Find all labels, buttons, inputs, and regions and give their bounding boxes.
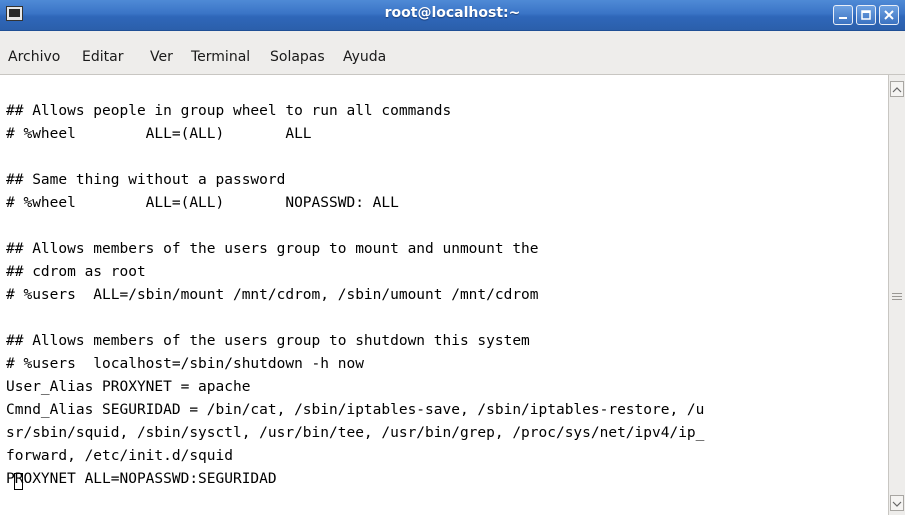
title-bar[interactable]: root@localhost:~	[0, 0, 905, 31]
menu-archivo[interactable]: Archivo	[8, 49, 60, 65]
terminal-line: ## Allows members of the users group to …	[6, 333, 530, 349]
terminal-line: ## cdrom as root	[6, 264, 146, 280]
terminal-line: ## Allows members of the users group to …	[6, 241, 539, 257]
menu-ayuda[interactable]: Ayuda	[343, 49, 386, 65]
menu-solapas[interactable]: Solapas	[270, 49, 325, 65]
terminal-line: User_Alias PROXYNET = apache	[6, 379, 251, 395]
menu-bar: Archivo Editar Ver Terminal Solapas Ayud…	[0, 31, 905, 75]
menu-editar[interactable]: Editar	[82, 49, 123, 65]
menu-terminal[interactable]: Terminal	[191, 49, 250, 65]
vertical-scrollbar[interactable]	[888, 75, 905, 515]
terminal-line: # %users localhost=/sbin/shutdown -h now	[6, 356, 364, 372]
terminal-line: forward, /etc/init.d/squid	[6, 448, 233, 464]
terminal-output[interactable]: ## Allows people in group wheel to run a…	[0, 75, 888, 515]
menu-ver[interactable]: Ver	[150, 49, 173, 65]
terminal-line: # %wheel ALL=(ALL) ALL	[6, 126, 312, 142]
terminal-line: # %wheel ALL=(ALL) NOPASSWD: ALL	[6, 195, 399, 211]
maximize-icon	[861, 10, 871, 20]
minimize-icon	[839, 17, 847, 19]
window-title: root@localhost:~	[384, 5, 521, 21]
scroll-down-arrow-icon[interactable]	[890, 495, 904, 511]
minimize-button[interactable]	[833, 5, 853, 25]
maximize-button[interactable]	[856, 5, 876, 25]
terminal-line: # %users ALL=/sbin/mount /mnt/cdrom, /sb…	[6, 287, 539, 303]
terminal-cursor	[14, 473, 23, 490]
terminal-line: PROXYNET ALL=NOPASSWD:SEGURIDAD	[6, 471, 277, 487]
close-icon	[884, 10, 894, 20]
terminal-line: ## Allows people in group wheel to run a…	[6, 103, 452, 119]
scroll-grip-icon[interactable]	[892, 293, 902, 300]
close-button[interactable]	[879, 5, 899, 25]
scroll-up-arrow-icon[interactable]	[890, 81, 904, 97]
terminal-line: ## Same thing without a password	[6, 172, 286, 188]
terminal-line: sr/sbin/squid, /sbin/sysctl, /usr/bin/te…	[6, 425, 705, 441]
terminal-line: Cmnd_Alias SEGURIDAD = /bin/cat, /sbin/i…	[6, 402, 705, 418]
